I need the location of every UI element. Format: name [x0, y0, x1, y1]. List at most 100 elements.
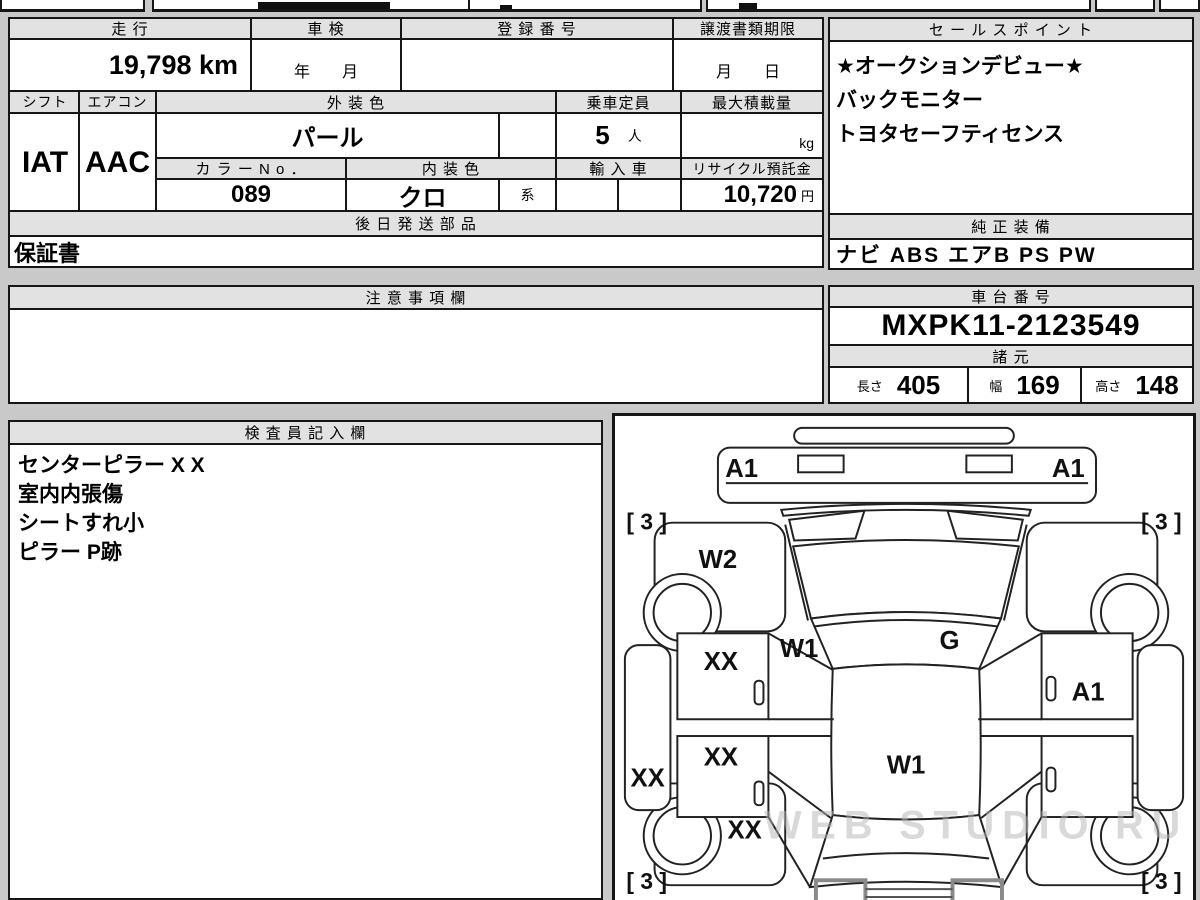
- import-car-cell-1: [555, 178, 619, 212]
- odometer-header: 走 行: [8, 17, 252, 40]
- front-door-left: [676, 632, 770, 721]
- label-rear-fender-left: XX: [727, 817, 761, 845]
- shaken-header: 車 検: [250, 17, 402, 40]
- odometer-value: 19,798 km: [8, 38, 252, 92]
- capacity-header: 乗車定員: [555, 90, 682, 114]
- top-sliver-cell: [706, 0, 1091, 12]
- spec-width-cell: 幅 169: [967, 366, 1082, 404]
- recycle-deposit-unit: 円: [800, 188, 814, 204]
- inspector-line: シートすれ小: [18, 512, 144, 535]
- sales-points-header: セ ー ル ス ポ イ ン ト: [828, 17, 1194, 42]
- capacity-value-cell: 5 人: [555, 112, 682, 159]
- later-parts-header: 後 日 発 送 部 品: [8, 210, 824, 237]
- cutoff-text: [500, 5, 512, 10]
- bumper-inset-left: [797, 454, 845, 474]
- inspector-line: ピラー P跡: [18, 541, 122, 564]
- capacity-unit: 人: [627, 127, 642, 144]
- label-rocker-left: XX: [631, 764, 665, 792]
- aircon-header: エアコン: [78, 90, 157, 114]
- rear-bumper-lines: [865, 888, 953, 899]
- label-windshield-left: W1: [780, 635, 819, 663]
- hood: [791, 538, 1021, 620]
- spec-width-value: 169: [1016, 369, 1060, 400]
- label-roof: W1: [887, 752, 926, 780]
- grille-strip: [779, 502, 1033, 517]
- door-handle: [753, 679, 765, 706]
- interior-color-suffix: 系: [498, 178, 557, 212]
- sales-point-line: トヨタセーフティセンス: [836, 123, 1065, 146]
- registration-header: 登 録 番 号: [400, 17, 674, 40]
- label-tire-front-right: [ 3 ]: [1141, 509, 1181, 535]
- capacity-value: 5: [595, 120, 610, 150]
- recycle-deposit-value: 10,720: [723, 181, 797, 208]
- label-front-bumper-left: A1: [725, 455, 758, 483]
- damage-diagram-box: WEB STUDIO RU A1 A1 W2 W1 G XX XX XX XX …: [612, 413, 1196, 900]
- max-load-value-cell: kg: [680, 112, 824, 159]
- recycle-deposit-header: リサイクル預託金: [680, 157, 824, 180]
- spec-height-value: 148: [1135, 369, 1179, 400]
- later-parts-value: 保証書: [8, 235, 824, 268]
- door-handle: [753, 780, 765, 807]
- aircon-value: AAC: [78, 112, 157, 214]
- notes-header: 注 意 事 項 欄: [8, 285, 824, 310]
- label-tire-rear-left: [ 3 ]: [626, 868, 666, 894]
- spec-width-label: 幅: [989, 378, 1003, 394]
- auction-sheet: 走 行 車 検 登 録 番 号 譲渡書類期限 19,798 km 年 月 月 日…: [0, 0, 1200, 900]
- max-load-unit: kg: [799, 135, 814, 151]
- label-front-door-right: A1: [1072, 678, 1105, 706]
- recycle-deposit-cell: 10,720 円: [680, 178, 824, 212]
- exterior-color-value: パール: [155, 112, 500, 159]
- import-car-header: 輸 入 車: [555, 157, 682, 180]
- top-sliver-cell: [1159, 0, 1200, 12]
- front-bumper: [716, 446, 1097, 504]
- inspector-box: センターピラー X X 室内内張傷 シートすれ小 ピラー P跡: [8, 443, 603, 900]
- cutoff-text: [258, 2, 390, 9]
- shift-header: シフト: [8, 90, 82, 114]
- headlight-left: [787, 509, 866, 542]
- spec-length-label: 長さ: [856, 378, 883, 394]
- label-tire-front-left: [ 3 ]: [626, 509, 666, 535]
- label-rear-door-left: XX: [704, 744, 738, 772]
- transfer-docs-value: 月 日: [672, 38, 824, 92]
- label-front-door-left: XX: [704, 648, 738, 676]
- inspector-header: 検 査 員 記 入 欄: [8, 420, 603, 445]
- spec-length-value: 405: [896, 369, 941, 400]
- chassis-no-header: 車 台 番 号: [828, 285, 1194, 308]
- door-handle: [1045, 675, 1057, 702]
- max-load-header: 最大積載量: [680, 90, 824, 114]
- label-windshield-right: G: [940, 627, 960, 655]
- inspector-line: 室内内張傷: [18, 483, 123, 506]
- interior-color-value: クロ: [345, 178, 500, 212]
- specs-header: 諸 元: [828, 344, 1194, 368]
- rocker-right: [1136, 644, 1185, 812]
- door-handle: [1045, 766, 1057, 793]
- shaken-value: 年 月: [250, 38, 402, 92]
- spec-height-cell: 高さ 148: [1080, 366, 1194, 404]
- transfer-docs-header: 譲渡書類期限: [672, 17, 824, 40]
- exterior-color-sub-cell: [498, 112, 557, 159]
- interior-color-header: 内 装 色: [345, 157, 557, 180]
- import-car-cell-2: [617, 178, 682, 212]
- sales-point-line: ★オークションデビュー★: [836, 55, 1084, 78]
- front-bumper-top-bar: [793, 426, 1015, 445]
- label-front-fender-left: W2: [699, 546, 738, 574]
- spec-height-label: 高さ: [1095, 378, 1122, 394]
- notes-box: [8, 308, 824, 404]
- registration-value: [400, 38, 674, 92]
- sales-point-line: バックモニター: [836, 89, 983, 112]
- headlight-right: [946, 509, 1024, 542]
- color-no-header: カ ラ ー N o ．: [155, 157, 347, 180]
- cutoff-text: [739, 3, 757, 9]
- top-sliver-cell: [1095, 0, 1155, 12]
- exterior-color-header: 外 装 色: [155, 90, 557, 114]
- label-tire-rear-right: [ 3 ]: [1141, 868, 1181, 894]
- inspector-line: センターピラー X X: [18, 454, 205, 477]
- equipment-header: 純 正 装 備: [828, 213, 1194, 240]
- chassis-no-value: MXPK11-2123549: [828, 306, 1194, 346]
- car-damage-diagram: WEB STUDIO RU A1 A1 W2 W1 G XX XX XX XX …: [623, 426, 1188, 900]
- equipment-value: ナビ ABS エアB PS PW: [828, 238, 1194, 270]
- watermark: WEB STUDIO RU: [764, 804, 1188, 848]
- sales-points-box: ★オークションデビュー★ バックモニター トヨタセーフティセンス: [828, 40, 1194, 215]
- shift-value: IAT: [8, 112, 82, 214]
- roof: [830, 663, 982, 821]
